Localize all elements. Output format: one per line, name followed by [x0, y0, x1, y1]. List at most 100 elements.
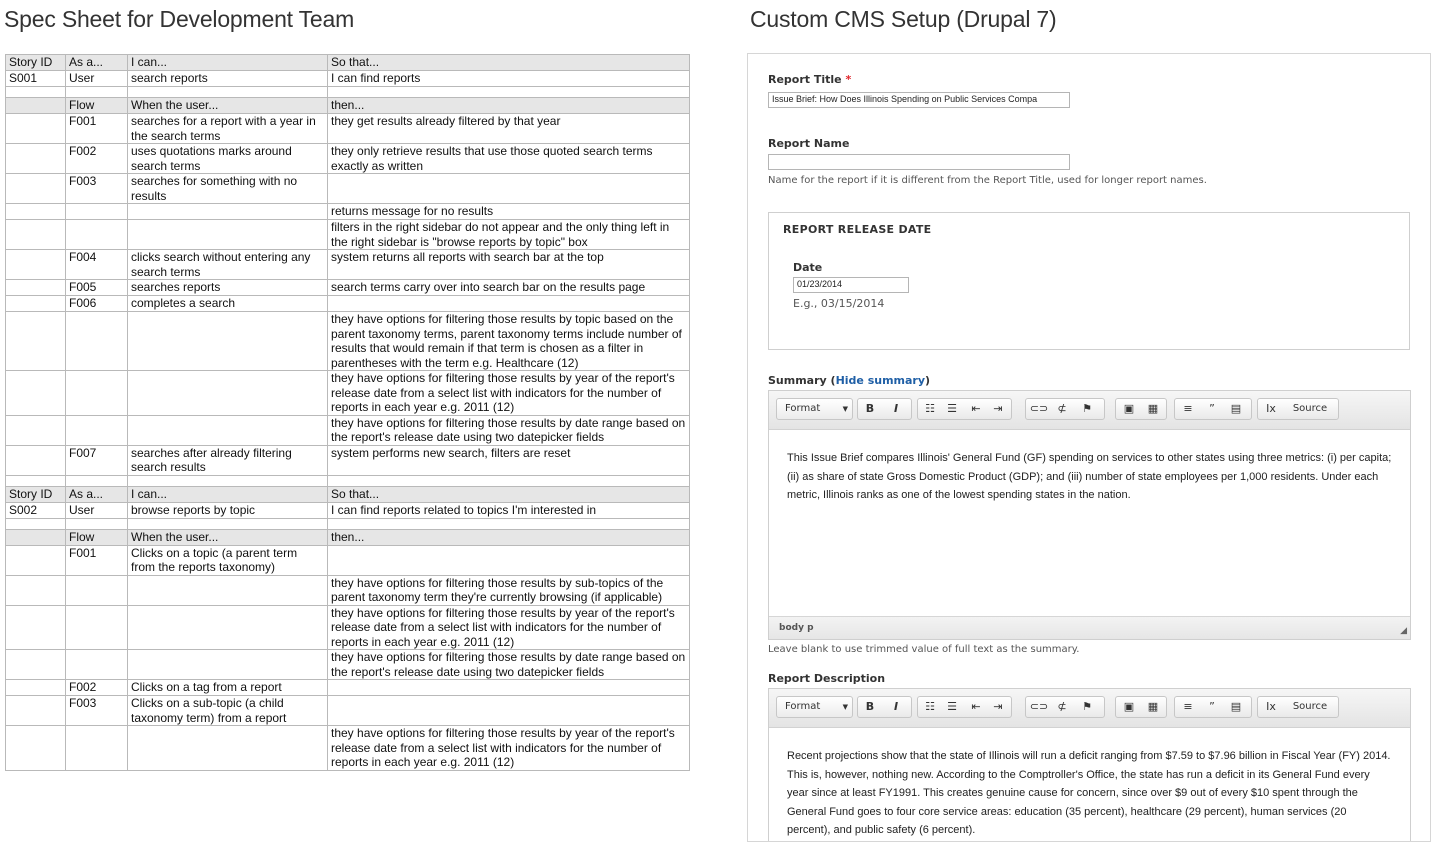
element-path[interactable]: body p: [779, 623, 814, 633]
anchor-flag-icon[interactable]: ⚑: [1076, 401, 1098, 417]
table-cell: Flow: [65, 528, 128, 546]
table-cell: [327, 517, 690, 530]
unlink-icon[interactable]: ⊄: [1052, 401, 1072, 417]
table-cell: [327, 544, 690, 576]
table-cell: [5, 203, 66, 220]
table-cell: search reports: [127, 70, 328, 87]
image-icon[interactable]: ▣: [1118, 699, 1140, 715]
table-row: F003 searches for something with no resul…: [5, 173, 690, 204]
table-cell: filters in the right sidebar do not appe…: [327, 219, 690, 250]
anchor-flag-icon[interactable]: ⚑: [1076, 699, 1098, 715]
table-cell: [127, 517, 328, 530]
table-cell: [65, 574, 128, 606]
blockquote-icon[interactable]: ”: [1201, 699, 1223, 715]
table-cell: [5, 143, 66, 174]
table-cell: So that...: [327, 485, 690, 503]
header-row: Story ID As a... I can... So that...: [5, 54, 690, 71]
table-cell: F004: [65, 249, 128, 280]
link-icon[interactable]: ⊂⊃: [1028, 401, 1050, 417]
unlink-icon[interactable]: ⊄: [1052, 699, 1072, 715]
outdent-icon[interactable]: ⇤: [966, 699, 986, 715]
description-editor-body[interactable]: Recent projections show that the state o…: [787, 747, 1392, 840]
table-row: they have options for filtering those re…: [5, 604, 690, 650]
report-description-label: Report Description: [768, 672, 886, 685]
format-dropdown[interactable]: Format ▼: [776, 696, 853, 718]
table-cell: User: [65, 501, 128, 519]
image-icon[interactable]: ▣: [1118, 401, 1140, 417]
table-cell: [127, 649, 328, 680]
horizontal-rule-icon[interactable]: ≡: [1177, 401, 1199, 417]
table-cell: then...: [327, 528, 690, 546]
bulleted-list-icon[interactable]: ☷: [920, 401, 940, 417]
table-cell: [127, 474, 328, 487]
table-cell: [327, 173, 690, 204]
numbered-list-icon[interactable]: ☰: [942, 699, 962, 715]
resize-grip-icon[interactable]: ◢: [1400, 626, 1407, 636]
table-cell: returns message for no results: [327, 203, 690, 220]
table-cell: F001: [65, 544, 128, 576]
italic-button[interactable]: I: [884, 401, 908, 417]
table-cell: Story ID: [5, 485, 66, 503]
format-dropdown[interactable]: Format ▼: [776, 398, 853, 420]
table-cell: Flow: [65, 97, 128, 114]
table-icon[interactable]: ▤: [1225, 401, 1247, 417]
summary-editor[interactable]: Format ▼ B I ☷ ☰ ⇤ ⇥ ⊂⊃ ⊄ ⚑ ▣ ▦ ≡” ▤ Ix Source This Issu…: [768, 390, 1411, 640]
report-title-input[interactable]: Issue Brief: How Does Illinois Spending …: [768, 92, 1070, 108]
table-cell: [127, 414, 328, 446]
table-cell: [65, 725, 128, 771]
table-row: F002 uses quotations marks around search …: [5, 143, 690, 174]
date-input[interactable]: 01/23/2014: [793, 277, 909, 293]
date-example-help: E.g., 03/15/2014: [793, 297, 885, 310]
chevron-down-icon: ▼: [842, 703, 848, 711]
bold-button[interactable]: B: [858, 699, 882, 715]
source-button[interactable]: Source: [1284, 699, 1336, 715]
link-icon[interactable]: ⊂⊃: [1028, 699, 1050, 715]
table-cell: [327, 679, 690, 696]
source-button[interactable]: Source: [1284, 401, 1336, 417]
table-cell: [127, 203, 328, 220]
table-cell: I can find reports: [327, 70, 690, 87]
outdent-icon[interactable]: ⇤: [966, 401, 986, 417]
remove-format-icon[interactable]: Ix: [1260, 401, 1282, 417]
indent-icon[interactable]: ⇥: [988, 401, 1008, 417]
horizontal-rule-icon[interactable]: ≡: [1177, 699, 1199, 715]
table-icon[interactable]: ▤: [1225, 699, 1247, 715]
date-label: Date: [793, 261, 823, 274]
header-row: Flow When the user... then...: [5, 528, 690, 546]
spec-sheet-table: Story ID As a... I can... So that... S001 Use…: [5, 54, 690, 771]
summary-editor-body[interactable]: This Issue Brief compares Illinois' Gene…: [787, 449, 1392, 505]
hide-summary-link[interactable]: Hide summary: [836, 374, 925, 387]
description-editor[interactable]: Format ▼ B I ☷ ☰ ⇤ ⇥ ⊂⊃ ⊄ ⚑ ▣ ▦ ≡” ▤ Ix Source Recent pr…: [768, 688, 1411, 841]
table-cell: [5, 295, 66, 312]
table-cell: [5, 279, 66, 296]
toolbar-group: ☷ ☰ ⇤ ⇥: [917, 398, 1012, 420]
table-cell: F006: [65, 295, 128, 312]
table-cell: [5, 311, 66, 371]
table-cell: [5, 528, 66, 546]
table-cell: [5, 604, 66, 650]
table-cell: F002: [65, 143, 128, 174]
table-cell: F007: [65, 444, 128, 476]
bulleted-list-icon[interactable]: ☷: [920, 699, 940, 715]
toolbar-group: ⊂⊃ ⊄ ⚑: [1025, 696, 1105, 718]
report-name-input[interactable]: [768, 154, 1070, 170]
format-dropdown-label: Format: [785, 701, 821, 712]
remove-format-icon[interactable]: Ix: [1260, 699, 1282, 715]
format-dropdown-label: Format: [785, 403, 821, 414]
media-icon[interactable]: ▦: [1142, 699, 1164, 715]
media-icon[interactable]: ▦: [1142, 401, 1164, 417]
header-row: Flow When the user... then...: [5, 97, 690, 114]
table-cell: [65, 649, 128, 680]
description-editor-toolbar: Format ▼ B I ☷ ☰ ⇤ ⇥ ⊂⊃ ⊄ ⚑ ▣ ▦ ≡” ▤ Ix Source: [769, 689, 1410, 728]
blockquote-icon[interactable]: ”: [1201, 401, 1223, 417]
table-cell: [5, 414, 66, 446]
table-row: F001 Clicks on a topic (a parent term fro…: [5, 544, 690, 576]
numbered-list-icon[interactable]: ☰: [942, 401, 962, 417]
bold-button[interactable]: B: [858, 401, 882, 417]
table-row: they have options for filtering those re…: [5, 370, 690, 416]
table-cell: [127, 311, 328, 371]
table-cell: [5, 725, 66, 771]
indent-icon[interactable]: ⇥: [988, 699, 1008, 715]
italic-button[interactable]: I: [884, 699, 908, 715]
table-cell: [127, 604, 328, 650]
